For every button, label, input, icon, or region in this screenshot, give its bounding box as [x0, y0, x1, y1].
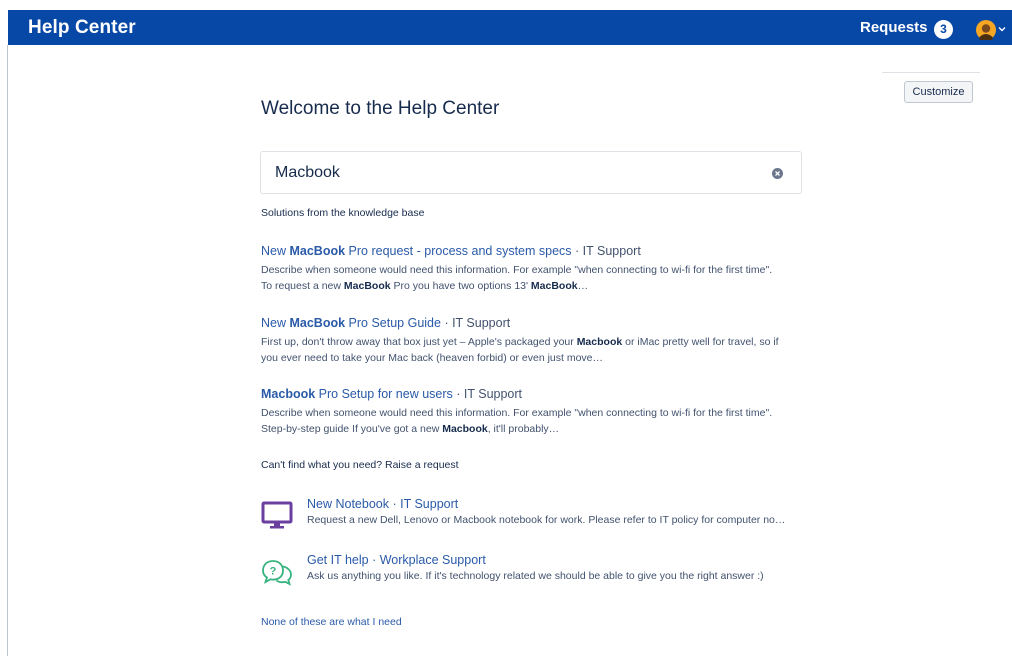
- page-title: Welcome to the Help Center: [261, 98, 500, 119]
- request-type-portal[interactable]: IT Support: [400, 497, 458, 511]
- clear-search-icon[interactable]: [772, 168, 783, 179]
- request-type-title[interactable]: New Notebook: [307, 497, 389, 511]
- kb-result-title-line: New MacBook Pro Setup Guide · IT Support: [261, 316, 781, 331]
- kb-result-portal: IT Support: [463, 387, 523, 401]
- kb-result-description: Describe when someone would need this in…: [261, 262, 781, 294]
- kb-result-title[interactable]: Macbook Pro Setup for new users: [261, 387, 453, 401]
- separator: ·: [571, 244, 583, 258]
- separator: ·: [452, 387, 464, 401]
- requests-link[interactable]: Requests: [860, 19, 928, 36]
- kb-result[interactable]: Macbook Pro Setup for new users · IT Sup…: [261, 387, 781, 437]
- kb-result-title-line: New MacBook Pro request - process and sy…: [261, 244, 781, 259]
- chevron-down-icon[interactable]: [998, 25, 1006, 33]
- kb-result-title[interactable]: New MacBook Pro Setup Guide: [261, 316, 441, 330]
- request-type-title-line: Get IT help · Workplace Support: [307, 553, 486, 567]
- page-left-border: [7, 45, 8, 656]
- separator: ·: [368, 553, 380, 567]
- customize-divider: [882, 72, 980, 73]
- text-segment: Pro request - process and system specs: [345, 244, 572, 258]
- customize-button[interactable]: Customize: [904, 81, 973, 103]
- user-avatar[interactable]: [976, 20, 996, 40]
- text-segment: , it'll probably…: [487, 423, 560, 435]
- text-segment: New: [261, 244, 290, 258]
- text-segment: Pro you have two options 13': [390, 280, 531, 292]
- text-segment: New: [261, 316, 290, 330]
- text-segment: Pro Setup for new users: [315, 387, 453, 401]
- requests-count-badge[interactable]: 3: [934, 20, 953, 39]
- highlighted-match: Macbook: [576, 336, 623, 348]
- kb-section-label: Solutions from the knowledge base: [261, 207, 425, 219]
- highlighted-match: Macbook: [261, 387, 316, 401]
- search-box: [260, 151, 802, 194]
- kb-result-description: Describe when someone would need this in…: [261, 405, 781, 437]
- request-type-description: Ask us anything you like. If it's techno…: [307, 570, 764, 582]
- kb-result-portal: IT Support: [582, 244, 641, 258]
- svg-text:?: ?: [270, 566, 277, 578]
- kb-result-title[interactable]: New MacBook Pro request - process and sy…: [261, 244, 572, 258]
- kb-result-title-line: Macbook Pro Setup for new users · IT Sup…: [261, 387, 781, 402]
- highlighted-match: MacBook: [289, 244, 346, 258]
- highlighted-match: MacBook: [343, 280, 391, 292]
- highlighted-match: Macbook: [442, 423, 488, 435]
- text-segment: …: [577, 280, 589, 292]
- text-segment: Pro Setup Guide: [345, 316, 441, 330]
- search-input[interactable]: [275, 163, 755, 183]
- separator: ·: [389, 497, 401, 511]
- help-center-logo[interactable]: Help Center: [28, 17, 136, 39]
- request-type-get-it-help[interactable]: ? Get IT help · Workplace Support Ask us…: [261, 553, 821, 593]
- kb-result[interactable]: New MacBook Pro Setup Guide · IT Support…: [261, 316, 781, 366]
- monitor-icon: [261, 501, 293, 529]
- request-type-title[interactable]: Get IT help: [307, 553, 369, 567]
- request-type-description: Request a new Dell, Lenovo or Macbook no…: [307, 514, 786, 526]
- request-type-new-notebook[interactable]: New Notebook · IT Support Request a new …: [261, 497, 821, 537]
- raise-request-label: Can't find what you need? Raise a reques…: [261, 459, 459, 471]
- none-of-these-link[interactable]: None of these are what I need: [261, 616, 402, 628]
- request-type-portal[interactable]: Workplace Support: [380, 553, 486, 567]
- kb-result[interactable]: New MacBook Pro request - process and sy…: [261, 244, 781, 294]
- kb-result-description: First up, don't throw away that box just…: [261, 334, 781, 366]
- request-type-title-line: New Notebook · IT Support: [307, 497, 458, 511]
- question-bubble-icon: ?: [262, 560, 292, 586]
- separator: ·: [440, 316, 453, 330]
- top-navigation-bar: Help Center Requests 3: [8, 10, 1012, 45]
- highlighted-match: MacBook: [530, 280, 578, 292]
- kb-result-portal: IT Support: [452, 316, 511, 330]
- text-segment: First up, don't throw away that box just…: [261, 336, 577, 348]
- highlighted-match: MacBook: [289, 316, 346, 330]
